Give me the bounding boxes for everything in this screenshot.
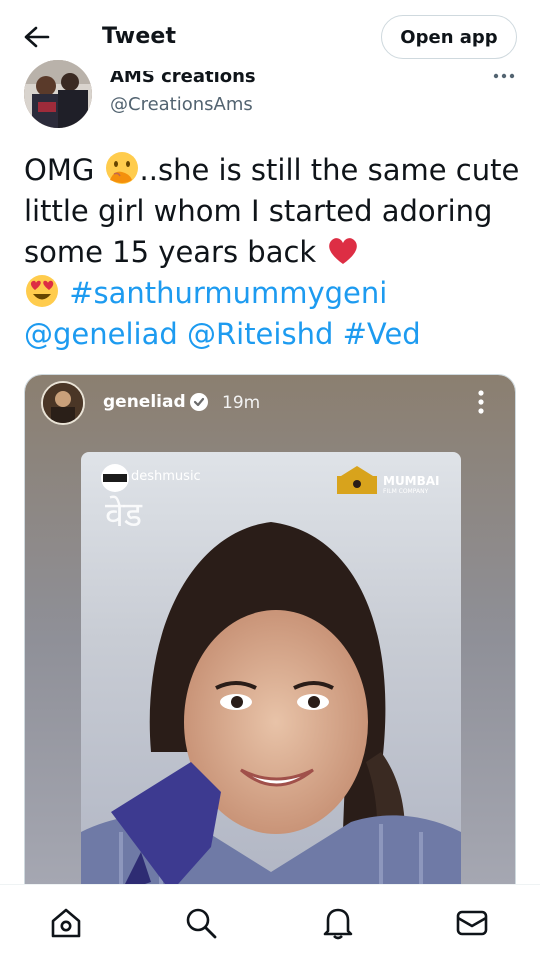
open-app-button[interactable]: Open app <box>381 15 517 59</box>
mention-link[interactable]: @Riteishd <box>187 317 333 351</box>
notifications-icon <box>323 908 353 940</box>
heart-eyes-emoji-icon <box>26 275 58 307</box>
hashtag-link[interactable]: #Ved <box>343 317 421 351</box>
back-button[interactable] <box>20 22 54 52</box>
tweet-text-part <box>60 276 69 310</box>
avatar[interactable] <box>24 60 92 128</box>
more-options-button[interactable] <box>490 66 518 86</box>
story-username[interactable]: geneliad <box>103 392 186 412</box>
back-arrow-icon <box>24 26 50 48</box>
author-handle[interactable]: @CreationsAms <box>110 94 253 115</box>
nav-messages-button[interactable] <box>452 903 492 943</box>
poster-brand-text: deshmusic <box>131 469 201 484</box>
nav-home-button[interactable] <box>46 903 86 943</box>
hashtag-link[interactable]: #santhurmummygeni <box>69 276 387 310</box>
poster-company-text: MUMBAI <box>383 474 440 488</box>
story-menu-icon[interactable] <box>473 389 489 415</box>
poster-company-subtext: FILM COMPANY <box>383 488 429 495</box>
story-timestamp: 19m <box>222 393 261 413</box>
poster-title: वेड <box>105 495 143 535</box>
page-title: Tweet <box>102 24 177 49</box>
hand-over-mouth-emoji-icon <box>105 152 138 184</box>
search-icon <box>186 908 217 939</box>
tweet-text-part: OMG <box>24 153 104 187</box>
bottom-navigation <box>0 884 540 960</box>
more-dots-icon <box>493 73 515 79</box>
movie-poster-image: deshmusic वेड MUMBAI FILM COMPANY <box>81 452 461 903</box>
messages-icon <box>456 910 488 936</box>
nav-search-button[interactable] <box>181 903 221 943</box>
home-icon <box>51 908 81 938</box>
mention-link[interactable]: @geneliad <box>24 317 178 351</box>
author-display-name[interactable]: AMS creations <box>110 71 256 87</box>
story-header: geneliad 19m <box>25 375 515 431</box>
verified-badge-icon <box>190 393 208 411</box>
nav-notifications-button[interactable] <box>318 903 358 943</box>
tweet-author: AMS creations @CreationsAms <box>0 58 540 138</box>
tweet-text: OMG ..she is still the same cute little … <box>24 150 520 355</box>
tweet-media-card[interactable]: geneliad 19m deshmusic वेड MUMBAI FILM C… <box>24 374 516 904</box>
red-heart-emoji-icon <box>329 238 358 264</box>
story-avatar[interactable] <box>41 381 85 425</box>
